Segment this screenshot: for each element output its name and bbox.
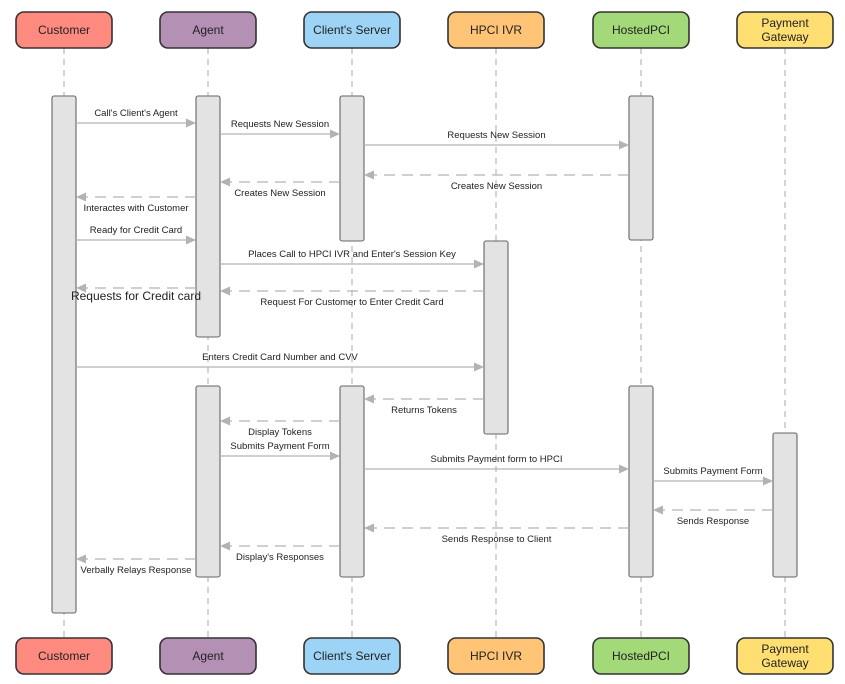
activation-bar-customer [51,95,77,614]
participant-gateway-bottom[interactable]: Payment Gateway [736,637,834,675]
message-label: Sends Response [677,516,749,527]
message-label: Call's Client's Agent [94,108,178,119]
participant-label: Payment Gateway [761,16,809,44]
message-label: Sends Response to Client [442,534,552,545]
participant-server-bottom[interactable]: Client's Server [303,637,401,675]
participant-headers-bottom: Customer Agent Client's Server HPCI IVR Host… [15,637,834,675]
message-label: Display's Responses [236,552,324,563]
arrowhead-icon [364,394,374,404]
message-1: Call's Client's Agent [76,108,196,128]
activation-bars [51,95,798,614]
message-label: Returns Tokens [391,405,457,416]
arrowhead-icon [186,235,196,245]
message-label: Creates New Session [234,188,325,199]
arrowhead-icon [364,523,374,533]
message-19: Display's Responses [220,541,340,563]
activation-bar-ivr [483,240,509,435]
participant-agent-bottom[interactable]: Agent [159,637,257,675]
message-label: Requests New Session [231,119,329,130]
participant-label: Client's Server [313,649,391,663]
arrowhead-icon [76,554,86,564]
arrowhead-icon [474,259,484,269]
message-12: Returns Tokens [364,394,484,416]
sequence-diagram: Call's Client's Agent Requests New Sessio… [15,11,834,675]
participant-label: Customer [38,649,90,663]
participant-customer-top[interactable]: Customer [15,11,113,49]
participant-label: HPCI IVR [470,23,522,37]
message-label: Verbally Relays Response [81,565,192,576]
message-9: Request For Customer to Enter Credit Car… [220,286,484,308]
lifelines [63,48,786,638]
participant-ivr-top[interactable]: HPCI IVR [447,11,545,49]
participant-label: HostedPCI [612,23,670,37]
message-8: Places Call to HPCI IVR and Enter's Sess… [220,249,484,269]
message-label: Ready for Credit Card [90,225,182,236]
message-2: Requests New Session [220,119,340,139]
participant-hpci-bottom[interactable]: HostedPCI [592,637,690,675]
message-label: Submits Payment form to HPCI [431,454,563,465]
message-label: Request For Customer to Enter Credit Car… [260,297,443,308]
message-14: Submits Payment Form [220,441,340,461]
participant-ivr-bottom[interactable]: HPCI IVR [447,637,545,675]
message-label: Requests New Session [447,130,545,141]
message-10: Requests for Credit card [71,283,201,303]
arrowhead-icon [619,464,629,474]
arrowhead-icon [220,541,230,551]
arrowhead-icon [220,286,230,296]
arrowhead-icon [330,129,340,139]
participant-hpci-top[interactable]: HostedPCI [592,11,690,49]
participant-label: Payment Gateway [761,642,809,670]
participant-customer-bottom[interactable]: Customer [15,637,113,675]
participant-gateway-top[interactable]: Payment Gateway [736,11,834,49]
activation-bar-agent [195,385,221,578]
message-label: Requests for Credit card [71,289,201,303]
arrowhead-icon [474,362,484,372]
message-20: Verbally Relays Response [76,554,196,576]
message-6: Interactes with Customer [76,192,196,214]
message-label: Enters Credit Card Number and CVV [202,352,358,363]
messages: Call's Client's Agent Requests New Sessio… [71,108,773,576]
participant-label: Agent [192,649,224,663]
message-label: Submits Payment Form [663,466,762,477]
activation-bar-server [339,385,365,578]
arrowhead-icon [653,505,663,515]
message-16: Submits Payment Form [653,466,773,486]
activation-bar-gateway [772,432,798,578]
participant-label: HPCI IVR [470,649,522,663]
arrowhead-icon [220,177,230,187]
message-17: Sends Response [653,505,773,527]
arrowhead-icon [364,170,374,180]
participant-label: HostedPCI [612,649,670,663]
message-3: Requests New Session [364,130,629,150]
participant-headers-top: Customer Agent Client's Server HPCI IVR Host… [15,11,834,49]
arrowhead-icon [763,476,773,486]
participant-label: Client's Server [313,23,391,37]
arrowhead-icon [330,451,340,461]
message-13: Display Tokens [220,416,340,438]
message-5: Creates New Session [220,177,340,199]
participant-server-top[interactable]: Client's Server [303,11,401,49]
arrowhead-icon [220,416,230,426]
message-label: Display Tokens [248,427,312,438]
participant-label: Agent [192,23,224,37]
message-label: Interactes with Customer [83,203,188,214]
message-label: Creates New Session [451,181,542,192]
activation-bar-server [339,95,365,242]
participant-agent-top[interactable]: Agent [159,11,257,49]
participant-label: Customer [38,23,90,37]
arrowhead-icon [76,192,86,202]
message-label: Submits Payment Form [230,441,329,452]
arrowhead-icon [186,118,196,128]
arrowhead-icon [619,140,629,150]
message-11: Enters Credit Card Number and CVV [76,352,484,372]
message-7: Ready for Credit Card [76,225,196,245]
message-label: Places Call to HPCI IVR and Enter's Sess… [248,249,456,260]
activation-bar-hpci [628,385,654,578]
activation-bar-hpci [628,95,654,241]
